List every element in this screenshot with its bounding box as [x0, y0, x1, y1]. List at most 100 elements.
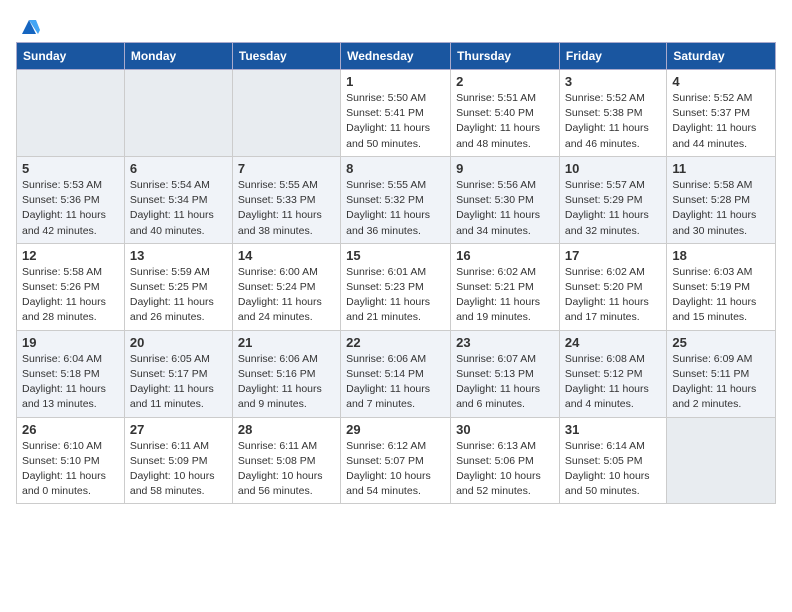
calendar-header-row: SundayMondayTuesdayWednesdayThursdayFrid… [17, 43, 776, 70]
day-info: Sunrise: 5:59 AM Sunset: 5:25 PM Dayligh… [130, 265, 227, 326]
day-number: 13 [130, 248, 227, 263]
day-info: Sunrise: 6:07 AM Sunset: 5:13 PM Dayligh… [456, 352, 554, 413]
calendar-cell: 15 Sunrise: 6:01 AM Sunset: 5:23 PM Dayli… [341, 243, 451, 330]
calendar-cell: 23 Sunrise: 6:07 AM Sunset: 5:13 PM Dayli… [451, 330, 560, 417]
day-info: Sunrise: 6:10 AM Sunset: 5:10 PM Dayligh… [22, 439, 119, 500]
day-info: Sunrise: 6:14 AM Sunset: 5:05 PM Dayligh… [565, 439, 661, 500]
day-number: 11 [672, 161, 770, 176]
calendar-cell: 11 Sunrise: 5:58 AM Sunset: 5:28 PM Dayli… [667, 156, 776, 243]
calendar-cell: 17 Sunrise: 6:02 AM Sunset: 5:20 PM Dayli… [559, 243, 666, 330]
calendar-cell: 14Sunrise: 6:00 AM Sunset: 5:24 PM Dayli… [232, 243, 340, 330]
day-info: Sunrise: 5:51 AM Sunset: 5:40 PM Dayligh… [456, 91, 554, 152]
day-number: 30 [456, 422, 554, 437]
calendar-cell: 4 Sunrise: 5:52 AM Sunset: 5:37 PM Daylig… [667, 70, 776, 157]
calendar-cell [17, 70, 125, 157]
day-number: 8 [346, 161, 445, 176]
day-number: 23 [456, 335, 554, 350]
calendar-cell: 28 Sunrise: 6:11 AM Sunset: 5:08 PM Dayli… [232, 417, 340, 504]
day-info: Sunrise: 6:11 AM Sunset: 5:09 PM Dayligh… [130, 439, 227, 500]
day-number: 10 [565, 161, 661, 176]
day-number: 27 [130, 422, 227, 437]
day-info: Sunrise: 5:57 AM Sunset: 5:29 PM Dayligh… [565, 178, 661, 239]
day-number: 16 [456, 248, 554, 263]
day-number: 5 [22, 161, 119, 176]
page-header [16, 16, 776, 38]
calendar-cell: 24Sunrise: 6:08 AM Sunset: 5:12 PM Dayli… [559, 330, 666, 417]
calendar-cell: 8 Sunrise: 5:55 AM Sunset: 5:32 PM Daylig… [341, 156, 451, 243]
day-number: 4 [672, 74, 770, 89]
header-day-tuesday: Tuesday [232, 43, 340, 70]
day-info: Sunrise: 6:01 AM Sunset: 5:23 PM Dayligh… [346, 265, 445, 326]
calendar-week-row: 1 Sunrise: 5:50 AM Sunset: 5:41 PM Daylig… [17, 70, 776, 157]
calendar-week-row: 26 Sunrise: 6:10 AM Sunset: 5:10 PM Dayli… [17, 417, 776, 504]
day-number: 1 [346, 74, 445, 89]
day-number: 25 [672, 335, 770, 350]
day-info: Sunrise: 5:58 AM Sunset: 5:28 PM Dayligh… [672, 178, 770, 239]
calendar-cell: 19 Sunrise: 6:04 AM Sunset: 5:18 PM Dayli… [17, 330, 125, 417]
day-info: Sunrise: 6:06 AM Sunset: 5:14 PM Dayligh… [346, 352, 445, 413]
day-number: 26 [22, 422, 119, 437]
day-number: 31 [565, 422, 661, 437]
day-number: 12 [22, 248, 119, 263]
calendar-cell [124, 70, 232, 157]
day-info: Sunrise: 6:02 AM Sunset: 5:21 PM Dayligh… [456, 265, 554, 326]
day-number: 15 [346, 248, 445, 263]
day-number: 19 [22, 335, 119, 350]
calendar-table: SundayMondayTuesdayWednesdayThursdayFrid… [16, 42, 776, 504]
header-day-sunday: Sunday [17, 43, 125, 70]
calendar-cell: 2 Sunrise: 5:51 AM Sunset: 5:40 PM Daylig… [451, 70, 560, 157]
day-info: Sunrise: 6:02 AM Sunset: 5:20 PM Dayligh… [565, 265, 661, 326]
calendar-cell: 31 Sunrise: 6:14 AM Sunset: 5:05 PM Dayli… [559, 417, 666, 504]
day-number: 28 [238, 422, 335, 437]
day-info: Sunrise: 6:05 AM Sunset: 5:17 PM Dayligh… [130, 352, 227, 413]
calendar-week-row: 5 Sunrise: 5:53 AM Sunset: 5:36 PM Daylig… [17, 156, 776, 243]
day-number: 29 [346, 422, 445, 437]
calendar-cell: 6Sunrise: 5:54 AM Sunset: 5:34 PM Daylig… [124, 156, 232, 243]
calendar-week-row: 19 Sunrise: 6:04 AM Sunset: 5:18 PM Dayli… [17, 330, 776, 417]
day-info: Sunrise: 5:50 AM Sunset: 5:41 PM Dayligh… [346, 91, 445, 152]
calendar-cell: 3Sunrise: 5:52 AM Sunset: 5:38 PM Daylig… [559, 70, 666, 157]
calendar-cell: 7 Sunrise: 5:55 AM Sunset: 5:33 PM Daylig… [232, 156, 340, 243]
day-number: 2 [456, 74, 554, 89]
header-day-wednesday: Wednesday [341, 43, 451, 70]
logo-icon [18, 16, 40, 38]
day-info: Sunrise: 6:04 AM Sunset: 5:18 PM Dayligh… [22, 352, 119, 413]
calendar-cell: 29 Sunrise: 6:12 AM Sunset: 5:07 PM Dayli… [341, 417, 451, 504]
calendar-cell: 25 Sunrise: 6:09 AM Sunset: 5:11 PM Dayli… [667, 330, 776, 417]
header-day-saturday: Saturday [667, 43, 776, 70]
calendar-cell [667, 417, 776, 504]
calendar-cell: 9Sunrise: 5:56 AM Sunset: 5:30 PM Daylig… [451, 156, 560, 243]
calendar-cell: 30Sunrise: 6:13 AM Sunset: 5:06 PM Dayli… [451, 417, 560, 504]
day-info: Sunrise: 6:12 AM Sunset: 5:07 PM Dayligh… [346, 439, 445, 500]
day-info: Sunrise: 5:52 AM Sunset: 5:37 PM Dayligh… [672, 91, 770, 152]
day-number: 21 [238, 335, 335, 350]
calendar-cell: 26 Sunrise: 6:10 AM Sunset: 5:10 PM Dayli… [17, 417, 125, 504]
day-number: 20 [130, 335, 227, 350]
day-number: 3 [565, 74, 661, 89]
calendar-week-row: 12Sunrise: 5:58 AM Sunset: 5:26 PM Dayli… [17, 243, 776, 330]
day-number: 7 [238, 161, 335, 176]
day-number: 18 [672, 248, 770, 263]
day-info: Sunrise: 5:55 AM Sunset: 5:33 PM Dayligh… [238, 178, 335, 239]
calendar-cell: 13 Sunrise: 5:59 AM Sunset: 5:25 PM Dayli… [124, 243, 232, 330]
day-number: 9 [456, 161, 554, 176]
day-info: Sunrise: 6:00 AM Sunset: 5:24 PM Dayligh… [238, 265, 335, 326]
header-day-friday: Friday [559, 43, 666, 70]
day-info: Sunrise: 6:11 AM Sunset: 5:08 PM Dayligh… [238, 439, 335, 500]
day-info: Sunrise: 5:55 AM Sunset: 5:32 PM Dayligh… [346, 178, 445, 239]
calendar-cell: 27 Sunrise: 6:11 AM Sunset: 5:09 PM Dayli… [124, 417, 232, 504]
day-info: Sunrise: 5:53 AM Sunset: 5:36 PM Dayligh… [22, 178, 119, 239]
calendar-cell [232, 70, 340, 157]
calendar-cell: 5 Sunrise: 5:53 AM Sunset: 5:36 PM Daylig… [17, 156, 125, 243]
calendar-cell: 16 Sunrise: 6:02 AM Sunset: 5:21 PM Dayli… [451, 243, 560, 330]
day-number: 6 [130, 161, 227, 176]
day-number: 22 [346, 335, 445, 350]
calendar-cell: 22 Sunrise: 6:06 AM Sunset: 5:14 PM Dayli… [341, 330, 451, 417]
calendar-cell: 21Sunrise: 6:06 AM Sunset: 5:16 PM Dayli… [232, 330, 340, 417]
calendar-cell: 10 Sunrise: 5:57 AM Sunset: 5:29 PM Dayli… [559, 156, 666, 243]
day-info: Sunrise: 6:09 AM Sunset: 5:11 PM Dayligh… [672, 352, 770, 413]
day-number: 17 [565, 248, 661, 263]
header-day-thursday: Thursday [451, 43, 560, 70]
logo [16, 16, 40, 38]
day-info: Sunrise: 6:03 AM Sunset: 5:19 PM Dayligh… [672, 265, 770, 326]
